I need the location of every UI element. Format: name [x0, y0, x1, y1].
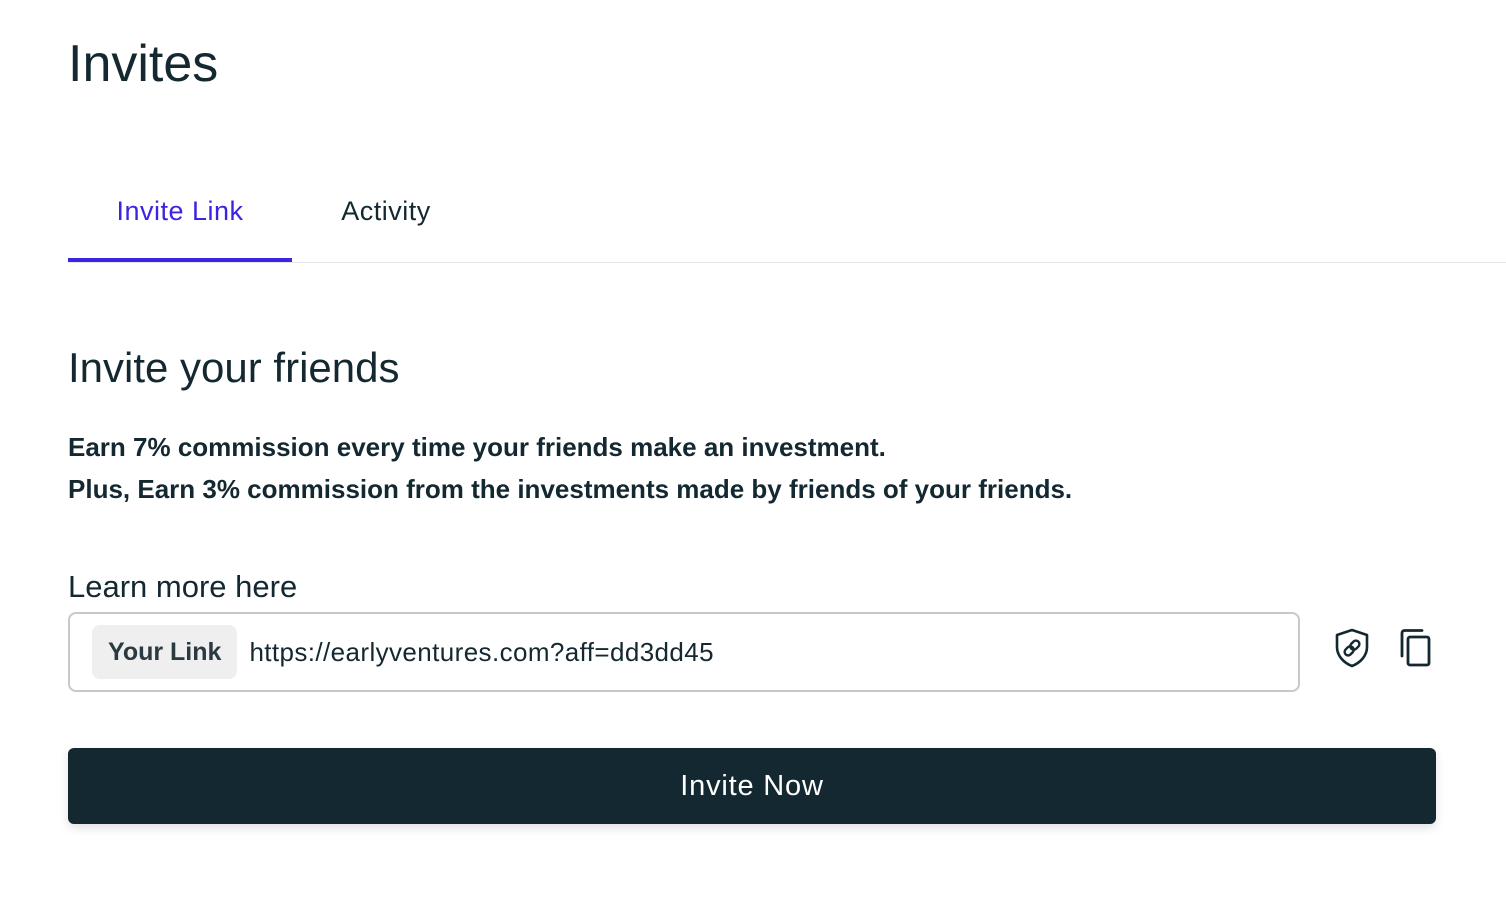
- description-line-1: Earn 7% commission every time your frien…: [68, 432, 886, 462]
- invite-link-field[interactable]: Your Link https://earlyventures.com?aff=…: [68, 612, 1300, 692]
- tab-activity[interactable]: Activity: [292, 170, 480, 262]
- invite-link-url[interactable]: https://earlyventures.com?aff=dd3dd45: [249, 637, 714, 668]
- your-link-tag: Your Link: [92, 625, 238, 679]
- invite-now-button[interactable]: Invite Now: [68, 748, 1436, 824]
- tab-bar: Invite Link Activity: [68, 170, 1506, 263]
- section-title: Invite your friends: [68, 344, 400, 391]
- invites-page: Invites Invite Link Activity Invite your…: [0, 0, 1506, 904]
- description-line-2: Plus, Earn 3% commission from the invest…: [68, 474, 1073, 504]
- commission-description: Earn 7% commission every time your frien…: [68, 426, 1072, 510]
- learn-more-link[interactable]: Learn more here: [68, 566, 297, 608]
- copy-icon[interactable]: [1392, 624, 1440, 672]
- tab-invite-link[interactable]: Invite Link: [68, 170, 292, 262]
- page-title: Invites: [68, 35, 219, 93]
- shield-link-icon[interactable]: [1328, 624, 1376, 672]
